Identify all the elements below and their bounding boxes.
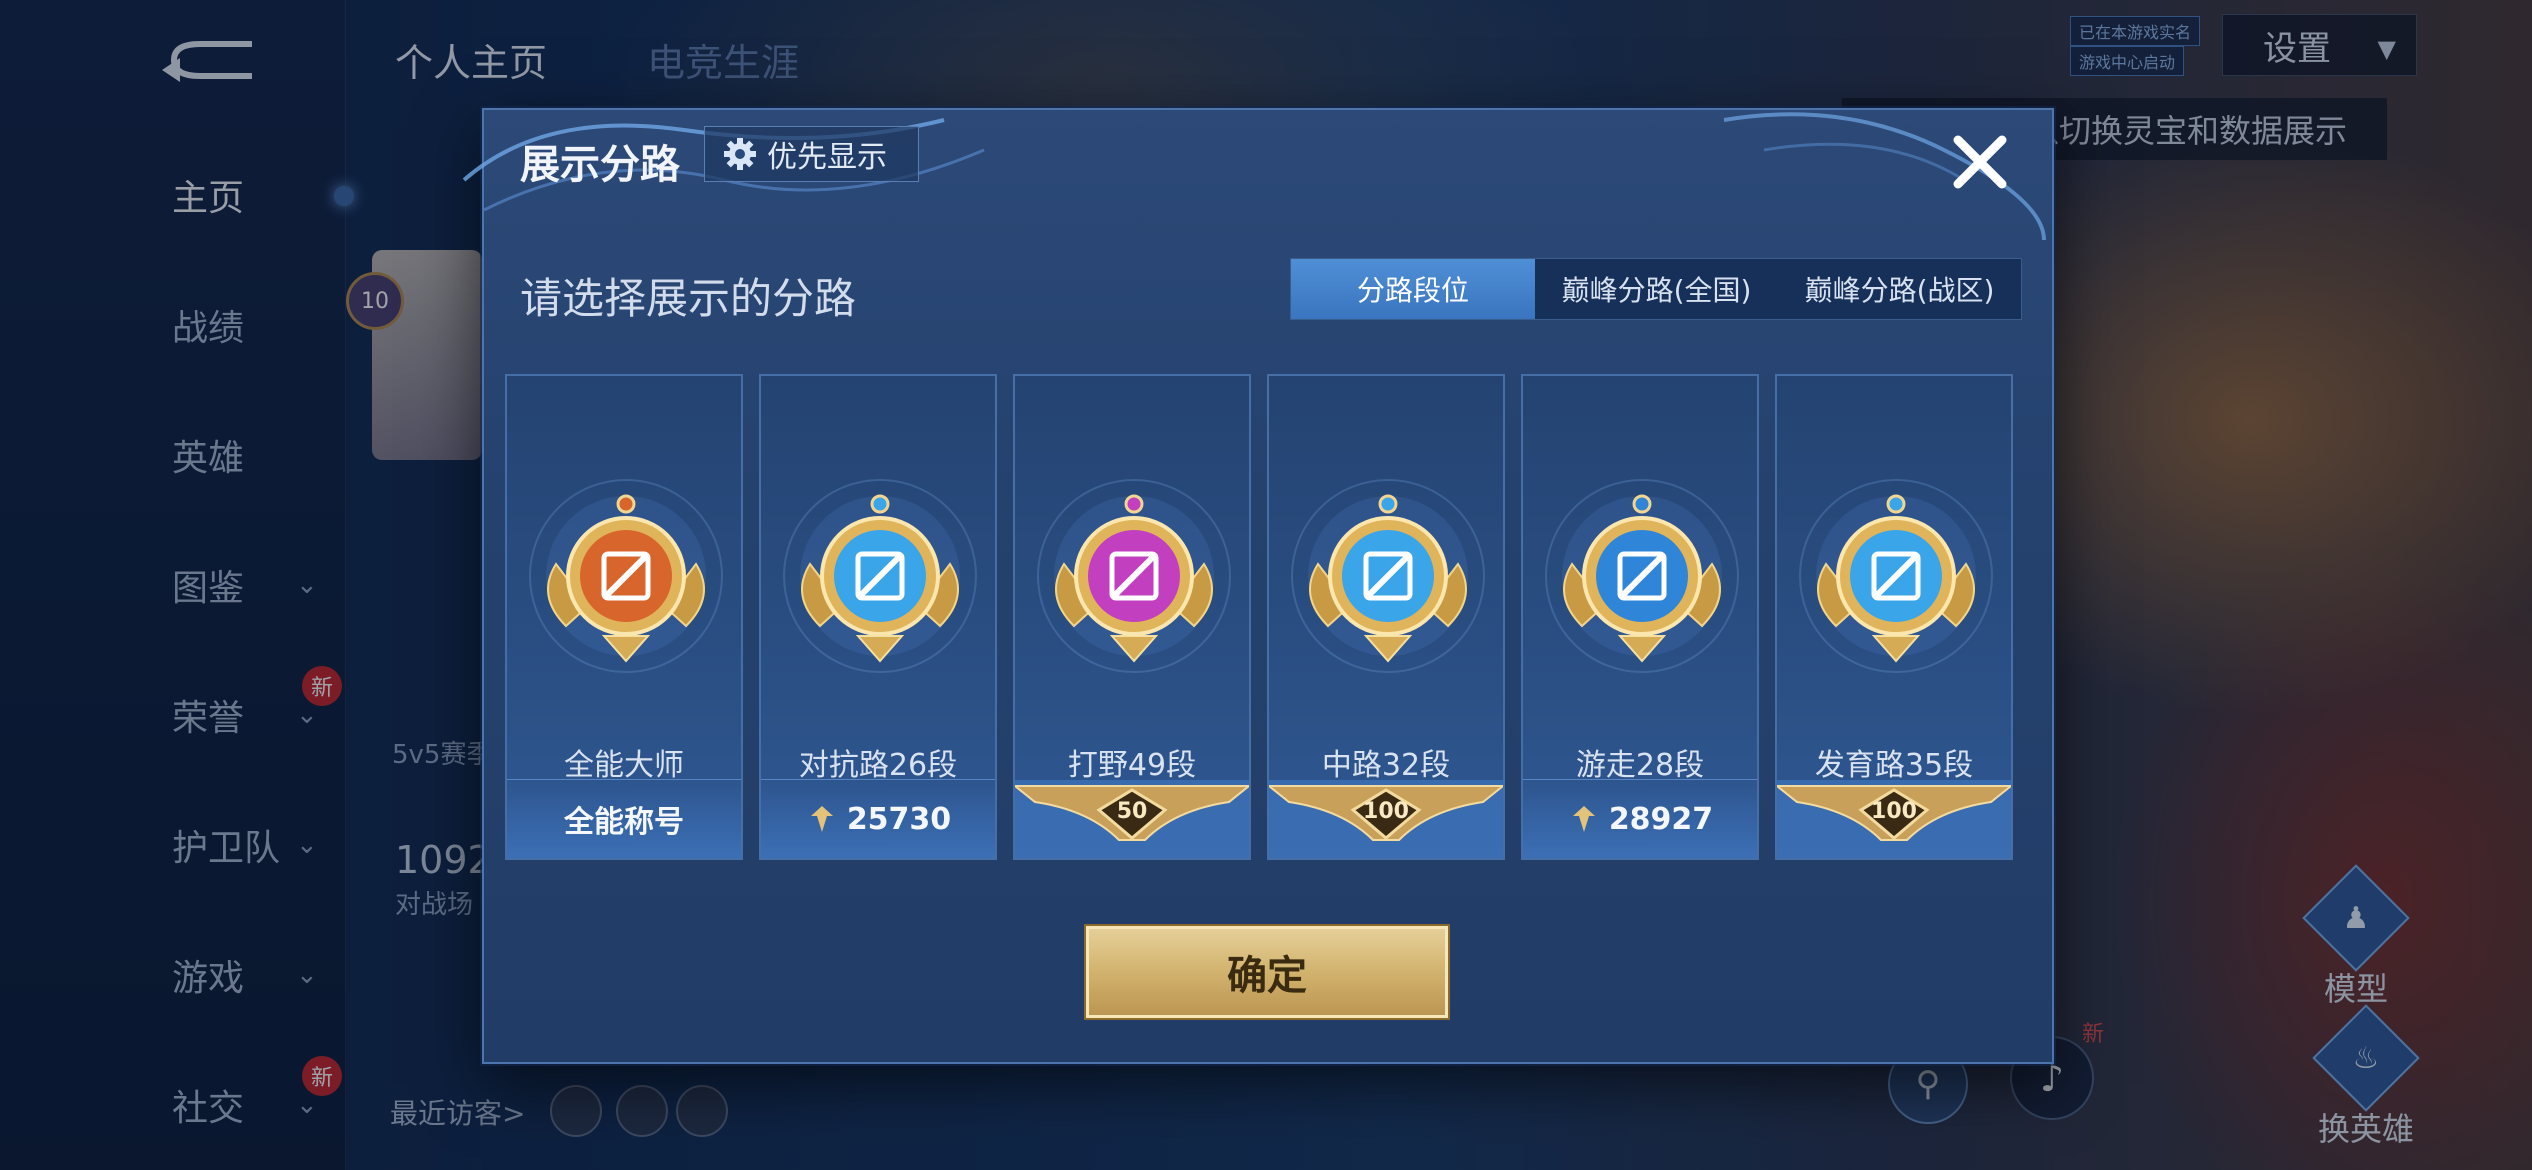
all-round-emblem-icon: [529, 479, 723, 673]
points-icon: [810, 806, 833, 832]
rank-value: 100: [1871, 799, 1917, 824]
close-button[interactable]: [1944, 126, 2016, 198]
mid-lane-emblem-icon: [1291, 479, 1485, 673]
lane-name: 游走28段: [1575, 748, 1705, 783]
rank-ribbon: 50: [1015, 780, 1249, 858]
lane-footer: 全能称号: [507, 779, 741, 858]
dialog-header: 展示分路 优先显示: [484, 110, 2052, 210]
roam-emblem-icon: [1545, 479, 1739, 673]
lane-name: 全能大师: [564, 748, 684, 783]
title-label: 全能称号: [564, 805, 684, 840]
priority-label: 优先显示: [767, 140, 887, 175]
lane-card[interactable]: 全能大师 全能称号: [505, 374, 743, 860]
segment-control: 分路段位 巅峰分路(全国) 巅峰分路(战区): [1290, 258, 2022, 320]
lane-card[interactable]: 中路32段 100: [1267, 374, 1505, 860]
lane-name: 中路32段: [1321, 748, 1451, 783]
rank-ribbon: 100: [1269, 780, 1503, 858]
lane-card[interactable]: 打野49段 50: [1013, 374, 1251, 860]
selection-prompt: 请选择展示的分路: [520, 274, 857, 323]
points-value: 25730: [846, 801, 952, 837]
close-icon: [1953, 135, 2007, 189]
lane-card-list: 全能大师 全能称号 对抗路26段 25730 打野49段 50 中路32段 100 游走28段 2…: [505, 374, 2013, 860]
rank-value: 100: [1363, 799, 1409, 824]
segment-peak-national[interactable]: 巅峰分路(全国): [1535, 259, 1778, 319]
lane-footer: 25730: [761, 779, 995, 858]
lane-name: 对抗路26段: [798, 748, 958, 783]
lane-footer: 28927: [1523, 779, 1757, 858]
priority-display-button[interactable]: 优先显示: [704, 126, 919, 182]
confirm-button[interactable]: 确定: [1086, 926, 1448, 1018]
points-icon: [1572, 806, 1595, 832]
farm-lane-emblem-icon: [1799, 479, 1993, 673]
jungle-emblem-icon: [1037, 479, 1231, 673]
clash-lane-emblem-icon: [783, 479, 977, 673]
display-lane-dialog: 展示分路 优先显示 请选择展示的分路 分路段位巅峰分路(全国) 巅峰分路(战区)…: [462, 108, 2054, 1064]
dialog-title: 展示分路: [520, 142, 680, 188]
rank-value: 50: [1117, 799, 1148, 824]
points-value: 28927: [1608, 801, 1714, 837]
segment-lane-rank[interactable]: 分路段位: [1291, 259, 1535, 319]
lane-name: 打野49段: [1067, 748, 1197, 783]
lane-name: 发育路35段: [1814, 748, 1974, 783]
gear-icon: [724, 138, 756, 170]
lane-card[interactable]: 对抗路26段 25730: [759, 374, 997, 860]
rank-ribbon: 100: [1777, 780, 2011, 858]
segment-peak-region[interactable]: 巅峰分路(战区): [1778, 259, 2021, 319]
lane-card[interactable]: 游走28段 28927: [1521, 374, 1759, 860]
lane-card[interactable]: 发育路35段 100: [1775, 374, 2013, 860]
